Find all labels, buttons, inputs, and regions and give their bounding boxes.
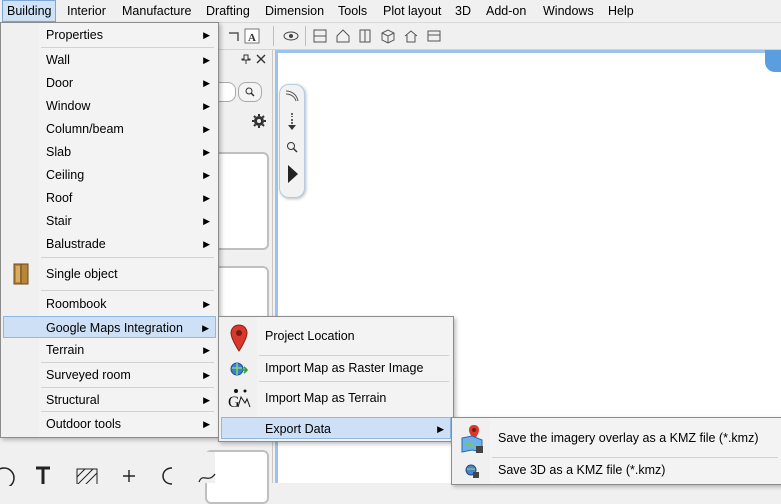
menu-item-single-object[interactable]: Single object [3,261,216,287]
pin-icon[interactable] [241,53,251,67]
submenu-arrow-icon: ▶ [203,170,210,180]
google-maps-submenu: Project Location Import Map as Raster Im… [218,316,454,442]
cabinet-icon [9,263,33,285]
play-icon[interactable] [288,165,298,186]
menu-3d[interactable]: 3D [451,0,475,22]
orbit-icon[interactable] [284,89,300,106]
menu-item-structural[interactable]: Structural ▶ [3,389,216,411]
menu-item-surveyed-room[interactable]: Surveyed room ▶ [3,364,216,386]
submenu-arrow-icon: ▶ [203,345,210,355]
canvas-corner-tab[interactable] [765,50,781,72]
text-tool-icon[interactable] [34,466,52,487]
menu-item-column-beam[interactable]: Column/beam ▶ [3,118,216,140]
menu-item-terrain[interactable]: Terrain ▶ [3,339,216,361]
menu-item-balustrade[interactable]: Balustrade ▶ [3,233,216,255]
submenu-arrow-icon: ▶ [203,193,210,203]
menu-item-import-terrain[interactable]: G Import Map as Terrain [221,384,451,412]
menu-item-ceiling[interactable]: Ceiling ▶ [3,164,216,186]
submenu-arrow-icon: ▶ [203,216,210,226]
house-icon[interactable] [333,26,353,46]
svg-text:A: A [248,32,256,44]
menu-drafting[interactable]: Drafting [202,0,254,22]
menu-windows[interactable]: Windows [539,0,598,22]
menu-item-window[interactable]: Window ▶ [3,95,216,117]
menu-item-properties[interactable]: Properties ▶ [3,24,216,46]
map-pin-icon [227,324,251,352]
menu-add-on[interactable]: Add-on [482,0,530,22]
menu-item-outdoor-tools[interactable]: Outdoor tools ▶ [3,413,216,435]
zoom-icon[interactable] [286,141,298,156]
toolbar: A [215,23,781,50]
section-view-icon[interactable] [424,26,444,46]
globe-import-icon [227,359,251,379]
submenu-arrow-icon: ▶ [203,78,210,88]
circle-tool-icon[interactable] [0,464,16,489]
move-down-icon[interactable] [287,113,297,134]
building-menu: Properties ▶ Wall ▶ Door ▶ Window ▶ Column/b… [0,22,219,438]
menu-item-wall[interactable]: Wall ▶ [3,49,216,71]
menu-dimension[interactable]: Dimension [261,0,328,22]
gear-icon[interactable] [251,113,267,132]
menu-item-import-raster[interactable]: Import Map as Raster Image [221,357,451,379]
submenu-arrow-icon: ▶ [203,55,210,65]
submenu-arrow-icon: ▶ [203,239,210,249]
corner-tool-icon[interactable] [224,26,244,46]
menu-tools[interactable]: Tools [334,0,371,22]
submenu-arrow-icon: ▶ [203,101,210,111]
submenu-arrow-icon: ▶ [203,30,210,40]
submenu-arrow-icon: ▶ [203,147,210,157]
submenu-arrow-icon: ▶ [203,299,210,309]
submenu-arrow-icon: ▶ [202,323,209,333]
floating-view-toolbar [279,84,305,198]
menu-item-roombook[interactable]: Roombook ▶ [3,293,216,315]
menu-item-save-3d-kmz[interactable]: Save 3D as a KMZ file (*.kmz) [454,459,780,481]
menu-item-save-imagery-kmz[interactable]: Save the imagery overlay as a KMZ file (… [454,421,780,455]
submenu-arrow-icon: ▶ [203,370,210,380]
submenu-arrow-icon: ▶ [203,419,210,429]
3d-box-icon[interactable] [378,26,398,46]
menu-item-project-location[interactable]: Project Location [221,320,451,352]
terrain-g-icon: G [227,387,251,411]
menu-item-roof[interactable]: Roof ▶ [3,187,216,209]
submenu-arrow-icon: ▶ [203,124,210,134]
eye-icon[interactable] [281,26,301,46]
home-outline-icon[interactable] [401,26,421,46]
submenu-arrow-icon: ▶ [437,424,444,434]
spline-tool-icon[interactable] [198,470,216,487]
kmz-3d-icon [460,461,484,481]
door-view-icon[interactable] [355,26,375,46]
menu-item-stair[interactable]: Stair ▶ [3,210,216,232]
menu-item-google-maps-integration[interactable]: Google Maps Integration ▶ [3,316,216,338]
menu-manufacture[interactable]: Manufacture [118,0,195,22]
menu-interior[interactable]: Interior [63,0,110,22]
menu-building[interactable]: Building [2,0,57,22]
curve-tool-icon[interactable] [158,466,180,489]
menu-plot-layout[interactable]: Plot layout [379,0,445,22]
hatch-tool-icon[interactable] [76,468,98,490]
menu-item-door[interactable]: Door ▶ [3,72,216,94]
floor-plan-icon[interactable] [310,26,330,46]
search-icon[interactable] [238,82,262,102]
submenu-arrow-icon: ▶ [203,395,210,405]
text-style-icon[interactable]: A [242,26,262,46]
menu-bar: Building Interior Manufacture Drafting D… [0,0,781,23]
bottom-toolstrip [0,452,216,490]
close-icon[interactable] [256,53,266,67]
svg-text:G: G [228,394,240,411]
menu-item-export-data[interactable]: Export Data ▶ [221,417,451,439]
kmz-imagery-icon [460,424,484,454]
export-data-submenu: Save the imagery overlay as a KMZ file (… [451,417,781,485]
menu-item-slab[interactable]: Slab ▶ [3,141,216,163]
menu-help[interactable]: Help [604,0,638,22]
